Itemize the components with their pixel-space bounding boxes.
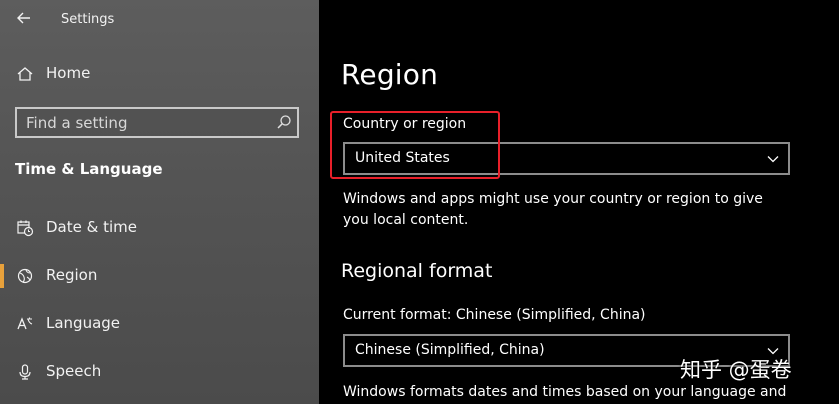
microphone-icon (19, 364, 31, 380)
title-bar: Settings (0, 0, 319, 40)
back-button[interactable] (14, 8, 36, 28)
country-description: Windows and apps might use your country … (343, 191, 763, 228)
home-icon (17, 67, 33, 81)
regional-format-description: Windows formats dates and times based on… (343, 384, 787, 400)
search-input[interactable] (17, 109, 267, 136)
watermark: 知乎 @蛋卷 (680, 358, 792, 382)
regional-format-heading: Regional format (341, 260, 493, 282)
current-format-label: Current format: Chinese (Simplified, Chi… (343, 307, 646, 323)
globe-icon (17, 268, 33, 284)
regional-format-value: Chinese (Simplified, China) (355, 342, 545, 358)
chevron-down-icon (767, 156, 779, 163)
language-icon (17, 317, 33, 330)
back-arrow-icon (17, 12, 30, 24)
sidebar-item-label: Home (46, 64, 91, 82)
sidebar-item-label: Region (46, 266, 98, 284)
calendar-clock-icon (17, 220, 34, 237)
sidebar-item-date-time[interactable]: Date & time (0, 209, 319, 249)
main-panel: Region Country or region United States W… (319, 0, 839, 404)
section-heading: Time & Language (15, 160, 163, 178)
sidebar-item-home[interactable]: Home (0, 55, 319, 95)
country-label: Country or region (343, 116, 467, 132)
sidebar-item-language[interactable]: Language (0, 305, 319, 345)
window-title: Settings (61, 12, 115, 27)
country-dropdown[interactable]: United States (343, 142, 790, 175)
search-box[interactable] (15, 107, 299, 138)
search-icon[interactable] (276, 114, 292, 130)
country-value: United States (355, 150, 450, 166)
sidebar-item-region[interactable]: Region (0, 257, 319, 297)
sidebar-item-label: Speech (46, 362, 102, 380)
sidebar-item-speech[interactable]: Speech (0, 353, 319, 393)
page-title: Region (341, 58, 439, 91)
sidebar: Settings Home Time & Language Date & tim… (0, 0, 319, 404)
sidebar-item-label: Language (46, 314, 121, 332)
sidebar-item-label: Date & time (46, 218, 137, 236)
